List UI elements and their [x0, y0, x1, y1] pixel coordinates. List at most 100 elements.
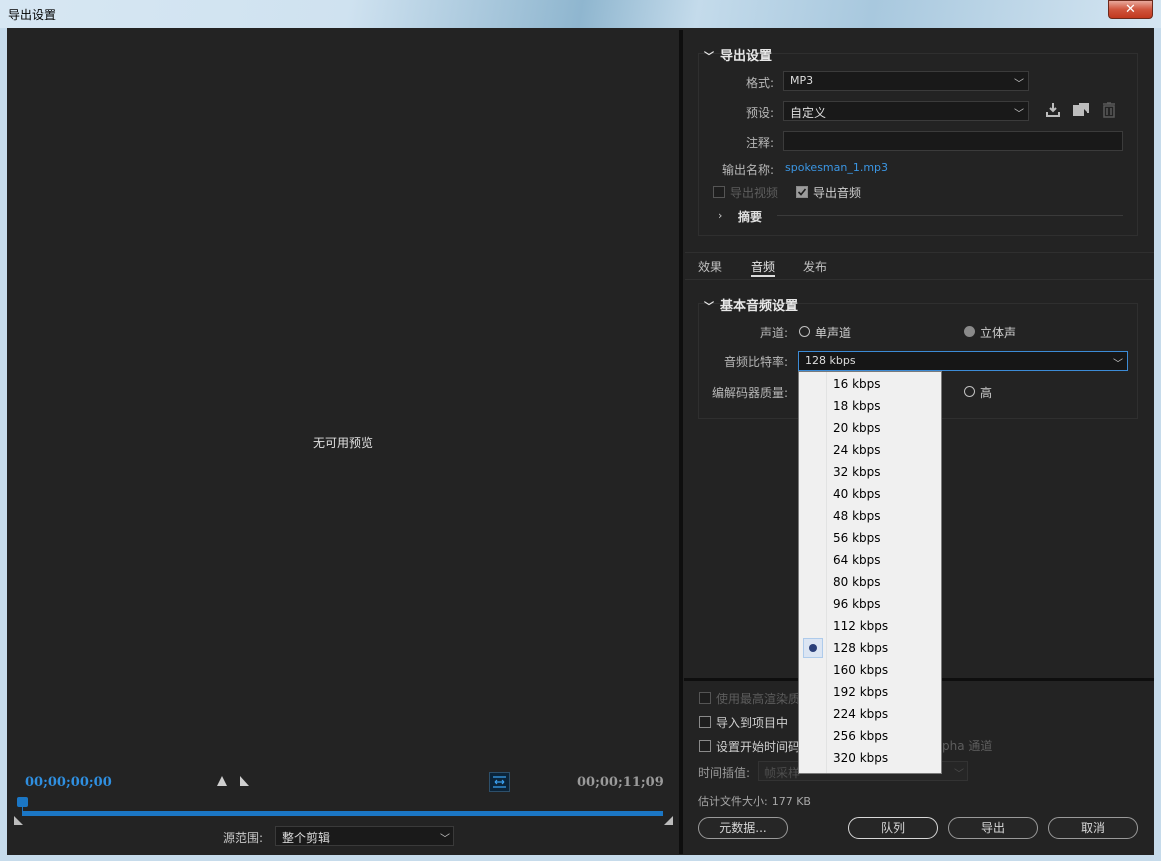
- window-frame-right: [1154, 28, 1161, 861]
- tabs-divider: [685, 279, 1154, 280]
- bitrate-option[interactable]: 112 kbps: [833, 615, 888, 637]
- window-frame-left: [0, 28, 7, 861]
- chevron-down-icon: ﹀: [1113, 359, 1123, 370]
- bitrate-option[interactable]: 20 kbps: [833, 417, 881, 439]
- output-name-label: 输出名称:: [721, 163, 774, 177]
- timeline-track[interactable]: [22, 811, 663, 816]
- chevron-down-icon: ﹀: [440, 834, 450, 845]
- bitrate-option[interactable]: 18 kbps: [833, 395, 881, 417]
- preset-label: 预设:: [745, 106, 774, 120]
- dropdown-check-gutter: [799, 372, 827, 773]
- tab-publish[interactable]: 发布: [803, 258, 827, 275]
- export-settings-header[interactable]: ﹀ 导出设置: [704, 45, 772, 64]
- import-project-checkbox[interactable]: [699, 716, 711, 728]
- bitrate-option[interactable]: 32 kbps: [833, 461, 881, 483]
- bitrate-option[interactable]: 40 kbps: [833, 483, 881, 505]
- playhead-line: [22, 806, 23, 814]
- mono-label: 单声道: [815, 326, 852, 340]
- file-size-value: 177 KB: [771, 795, 811, 808]
- stereo-label: 立体声: [980, 326, 1017, 340]
- collapse-chevron-icon: ﹀: [704, 302, 714, 313]
- set-in-point-icon[interactable]: [217, 776, 227, 786]
- collapse-chevron-icon: ﹀: [704, 52, 714, 63]
- export-audio-checkbox[interactable]: [796, 186, 808, 198]
- chevron-down-icon: ﹀: [1014, 109, 1024, 120]
- queue-button[interactable]: 队列: [848, 817, 938, 839]
- mono-radio[interactable]: [799, 326, 810, 337]
- summary-header[interactable]: 摘要: [738, 208, 762, 225]
- summary-divider: [777, 215, 1123, 216]
- bitrate-option[interactable]: 56 kbps: [833, 527, 881, 549]
- export-settings-title: 导出设置: [720, 49, 773, 64]
- import-project-label: 导入到项目中: [716, 716, 789, 730]
- codec-high-radio[interactable]: [964, 386, 975, 397]
- bitrate-option[interactable]: 128 kbps: [833, 637, 888, 659]
- out-marker-icon[interactable]: [664, 816, 673, 825]
- set-out-point-icon[interactable]: [240, 776, 249, 786]
- bitrate-option[interactable]: 48 kbps: [833, 505, 881, 527]
- tab-effects[interactable]: 效果: [698, 258, 722, 275]
- interp-label: 时间插值:: [698, 766, 751, 780]
- window-frame-bottom: [0, 855, 1161, 861]
- preset-value: 自定义: [790, 106, 827, 120]
- import-preset-icon[interactable]: [1073, 102, 1089, 122]
- comment-label: 注释:: [745, 136, 774, 150]
- codec-high-label: 高: [980, 386, 993, 400]
- fit-to-frame-icon[interactable]: [489, 772, 510, 792]
- no-preview-text: 无可用预览: [313, 436, 374, 450]
- bitrate-option[interactable]: 64 kbps: [833, 549, 881, 571]
- channel-label: 声道:: [759, 326, 788, 340]
- tab-audio[interactable]: 音频: [751, 258, 775, 275]
- active-tab-indicator: [751, 275, 775, 277]
- tabs-top-divider: [685, 252, 1154, 253]
- max-render-checkbox[interactable]: [699, 692, 711, 704]
- timecode-end: 00;00;11;09: [577, 775, 664, 790]
- panel-divider[interactable]: [679, 30, 683, 854]
- format-value: MP3: [790, 74, 814, 87]
- file-size-label-text: 估计文件大小:: [698, 795, 768, 808]
- bitrate-label: 音频比特率:: [723, 355, 788, 369]
- set-start-tc-checkbox[interactable]: [699, 740, 711, 752]
- comment-input[interactable]: [783, 131, 1123, 151]
- output-name-link[interactable]: spokesman_1.mp3: [785, 161, 888, 174]
- chevron-down-icon: ﹀: [1014, 79, 1024, 90]
- chevron-right-icon[interactable]: ›: [718, 209, 722, 222]
- set-start-tc-label: 设置开始时间码: [716, 740, 801, 754]
- export-button[interactable]: 导出: [948, 817, 1038, 839]
- title-bar[interactable]: [0, 0, 1161, 28]
- bitrate-option[interactable]: 80 kbps: [833, 571, 881, 593]
- source-range-value: 整个剪辑: [282, 831, 331, 845]
- export-video-label: 导出视频: [730, 186, 779, 200]
- format-label: 格式:: [745, 76, 774, 90]
- max-render-label: 使用最高渲染质: [716, 692, 801, 706]
- cancel-button[interactable]: 取消: [1048, 817, 1138, 839]
- close-button[interactable]: ✕: [1108, 0, 1153, 19]
- bitrate-option[interactable]: 224 kbps: [833, 703, 888, 725]
- bitrate-option[interactable]: 256 kbps: [833, 725, 888, 747]
- radio-bullet-icon: [809, 644, 817, 652]
- in-marker-icon[interactable]: [14, 816, 23, 825]
- save-preset-icon[interactable]: [1045, 102, 1061, 122]
- window-title: 导出设置: [8, 8, 57, 22]
- export-video-checkbox[interactable]: [713, 186, 725, 198]
- format-select[interactable]: [783, 71, 1029, 91]
- timecode-start[interactable]: 00;00;00;00: [25, 775, 112, 790]
- basic-audio-header[interactable]: ﹀ 基本音频设置: [704, 295, 798, 314]
- bitrate-option[interactable]: 16 kbps: [833, 373, 881, 395]
- codec-quality-label: 编解码器质量:: [711, 386, 788, 400]
- metadata-button[interactable]: 元数据...: [698, 817, 788, 839]
- alpha-channel-label: pha 通道: [942, 739, 993, 753]
- bitrate-value: 128 kbps: [805, 354, 856, 367]
- stereo-radio[interactable]: [964, 326, 975, 337]
- bitrate-option[interactable]: 192 kbps: [833, 681, 888, 703]
- bitrate-option[interactable]: 160 kbps: [833, 659, 888, 681]
- delete-preset-icon[interactable]: [1102, 102, 1116, 122]
- bitrate-option[interactable]: 24 kbps: [833, 439, 881, 461]
- file-size-label: 估计文件大小: 177 KB: [698, 793, 811, 809]
- interp-value: 帧采样: [764, 766, 801, 780]
- basic-audio-title: 基本音频设置: [720, 299, 799, 314]
- bitrate-option[interactable]: 320 kbps: [833, 747, 888, 769]
- export-audio-label: 导出音频: [813, 186, 862, 200]
- bitrate-option[interactable]: 96 kbps: [833, 593, 881, 615]
- source-range-label: 源范围:: [223, 831, 264, 845]
